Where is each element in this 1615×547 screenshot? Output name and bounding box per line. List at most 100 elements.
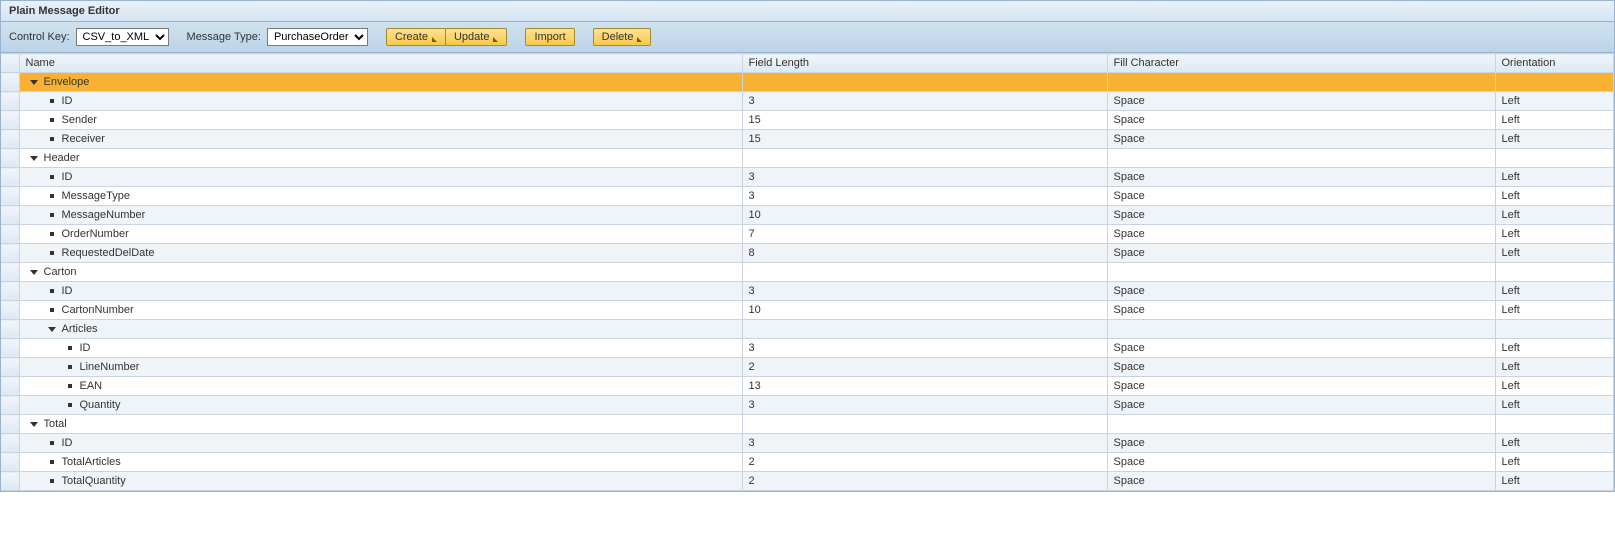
- row-selector[interactable]: [1, 434, 19, 453]
- name-cell[interactable]: MessageType: [19, 187, 742, 206]
- name-cell[interactable]: ID: [19, 434, 742, 453]
- fieldlength-cell[interactable]: [742, 415, 1107, 434]
- row-selector[interactable]: [1, 320, 19, 339]
- orientation-cell[interactable]: Left: [1495, 301, 1614, 320]
- col-fieldlength[interactable]: Field Length: [742, 54, 1107, 73]
- fillchar-cell[interactable]: [1107, 149, 1495, 168]
- orientation-cell[interactable]: Left: [1495, 206, 1614, 225]
- fillchar-cell[interactable]: Space: [1107, 358, 1495, 377]
- name-cell[interactable]: EAN: [19, 377, 742, 396]
- name-cell[interactable]: RequestedDelDate: [19, 244, 742, 263]
- fieldlength-cell[interactable]: 3: [742, 282, 1107, 301]
- expand-icon[interactable]: [30, 156, 38, 161]
- fillchar-cell[interactable]: [1107, 320, 1495, 339]
- import-button[interactable]: Import: [525, 28, 574, 46]
- orientation-cell[interactable]: Left: [1495, 244, 1614, 263]
- fieldlength-cell[interactable]: 2: [742, 358, 1107, 377]
- update-button[interactable]: Update: [445, 28, 507, 46]
- table-row[interactable]: Envelope: [1, 73, 1614, 92]
- table-row[interactable]: Carton: [1, 263, 1614, 282]
- orientation-cell[interactable]: Left: [1495, 130, 1614, 149]
- name-cell[interactable]: Total: [19, 415, 742, 434]
- fillchar-cell[interactable]: Space: [1107, 396, 1495, 415]
- table-row[interactable]: MessageType3SpaceLeft: [1, 187, 1614, 206]
- orientation-cell[interactable]: Left: [1495, 396, 1614, 415]
- name-cell[interactable]: ID: [19, 168, 742, 187]
- fillchar-cell[interactable]: Space: [1107, 434, 1495, 453]
- fillchar-cell[interactable]: Space: [1107, 225, 1495, 244]
- orientation-cell[interactable]: [1495, 149, 1614, 168]
- create-button[interactable]: Create: [386, 28, 446, 46]
- expand-icon[interactable]: [30, 270, 38, 275]
- row-selector[interactable]: [1, 282, 19, 301]
- fieldlength-cell[interactable]: [742, 320, 1107, 339]
- row-selector[interactable]: [1, 92, 19, 111]
- fillchar-cell[interactable]: [1107, 73, 1495, 92]
- name-cell[interactable]: LineNumber: [19, 358, 742, 377]
- table-row[interactable]: Receiver15SpaceLeft: [1, 130, 1614, 149]
- message-type-select[interactable]: PurchaseOrder: [267, 28, 368, 46]
- orientation-cell[interactable]: [1495, 320, 1614, 339]
- orientation-cell[interactable]: Left: [1495, 225, 1614, 244]
- name-cell[interactable]: MessageNumber: [19, 206, 742, 225]
- name-cell[interactable]: Receiver: [19, 130, 742, 149]
- col-fillchar[interactable]: Fill Character: [1107, 54, 1495, 73]
- row-selector[interactable]: [1, 225, 19, 244]
- row-selector[interactable]: [1, 206, 19, 225]
- table-row[interactable]: ID3SpaceLeft: [1, 92, 1614, 111]
- orientation-cell[interactable]: [1495, 415, 1614, 434]
- name-cell[interactable]: Envelope: [19, 73, 742, 92]
- fieldlength-cell[interactable]: 3: [742, 92, 1107, 111]
- table-row[interactable]: Header: [1, 149, 1614, 168]
- expand-icon[interactable]: [30, 80, 38, 85]
- name-cell[interactable]: TotalArticles: [19, 453, 742, 472]
- fieldlength-cell[interactable]: 10: [742, 206, 1107, 225]
- name-cell[interactable]: OrderNumber: [19, 225, 742, 244]
- fillchar-cell[interactable]: Space: [1107, 282, 1495, 301]
- row-selector[interactable]: [1, 73, 19, 92]
- fillchar-cell[interactable]: Space: [1107, 453, 1495, 472]
- fieldlength-cell[interactable]: 3: [742, 339, 1107, 358]
- fieldlength-cell[interactable]: 13: [742, 377, 1107, 396]
- select-all-header[interactable]: [1, 54, 19, 73]
- fieldlength-cell[interactable]: [742, 73, 1107, 92]
- col-name[interactable]: Name: [19, 54, 742, 73]
- row-selector[interactable]: [1, 111, 19, 130]
- row-selector[interactable]: [1, 149, 19, 168]
- fieldlength-cell[interactable]: 3: [742, 168, 1107, 187]
- name-cell[interactable]: Carton: [19, 263, 742, 282]
- table-row[interactable]: ID3SpaceLeft: [1, 339, 1614, 358]
- row-selector[interactable]: [1, 301, 19, 320]
- fieldlength-cell[interactable]: 3: [742, 434, 1107, 453]
- row-selector[interactable]: [1, 377, 19, 396]
- table-row[interactable]: OrderNumber7SpaceLeft: [1, 225, 1614, 244]
- fieldlength-cell[interactable]: 15: [742, 130, 1107, 149]
- table-row[interactable]: ID3SpaceLeft: [1, 168, 1614, 187]
- orientation-cell[interactable]: Left: [1495, 453, 1614, 472]
- expand-icon[interactable]: [30, 422, 38, 427]
- orientation-cell[interactable]: Left: [1495, 92, 1614, 111]
- fieldlength-cell[interactable]: 3: [742, 187, 1107, 206]
- name-cell[interactable]: Articles: [19, 320, 742, 339]
- fieldlength-cell[interactable]: 15: [742, 111, 1107, 130]
- table-row[interactable]: Articles: [1, 320, 1614, 339]
- row-selector[interactable]: [1, 472, 19, 491]
- fillchar-cell[interactable]: Space: [1107, 92, 1495, 111]
- table-row[interactable]: EAN13SpaceLeft: [1, 377, 1614, 396]
- fieldlength-cell[interactable]: 3: [742, 396, 1107, 415]
- row-selector[interactable]: [1, 168, 19, 187]
- row-selector[interactable]: [1, 187, 19, 206]
- row-selector[interactable]: [1, 396, 19, 415]
- table-row[interactable]: Quantity3SpaceLeft: [1, 396, 1614, 415]
- fillchar-cell[interactable]: Space: [1107, 244, 1495, 263]
- fillchar-cell[interactable]: Space: [1107, 111, 1495, 130]
- fillchar-cell[interactable]: Space: [1107, 339, 1495, 358]
- row-selector[interactable]: [1, 244, 19, 263]
- table-row[interactable]: MessageNumber10SpaceLeft: [1, 206, 1614, 225]
- delete-button[interactable]: Delete: [593, 28, 652, 46]
- name-cell[interactable]: CartonNumber: [19, 301, 742, 320]
- orientation-cell[interactable]: [1495, 73, 1614, 92]
- fillchar-cell[interactable]: Space: [1107, 206, 1495, 225]
- fillchar-cell[interactable]: [1107, 263, 1495, 282]
- table-row[interactable]: Sender15SpaceLeft: [1, 111, 1614, 130]
